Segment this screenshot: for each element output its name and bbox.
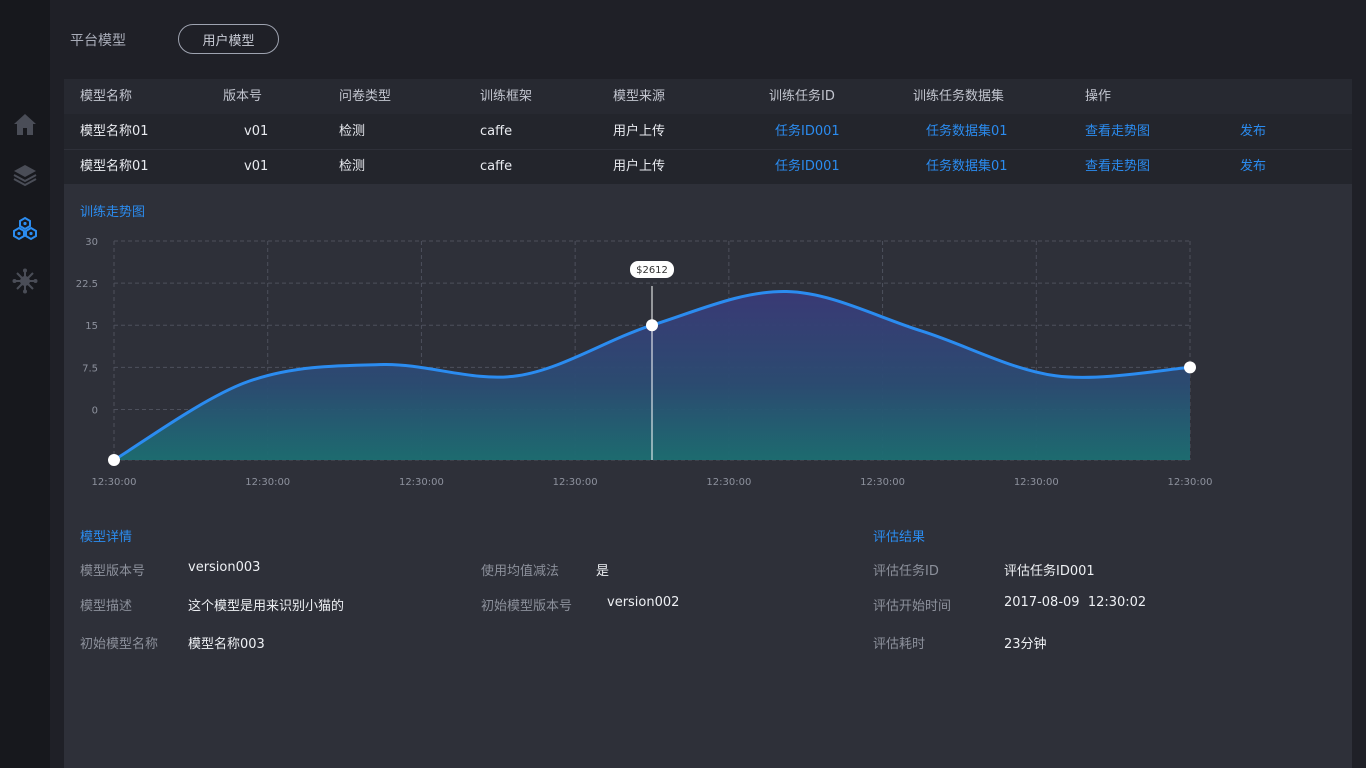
cell-source: 用户上传 — [613, 159, 666, 174]
home-icon[interactable] — [12, 111, 38, 137]
y-tick-label: 7.5 — [82, 363, 98, 374]
eval-start-time-label: 评估开始时间 — [873, 599, 952, 614]
view-trend-link[interactable]: 查看走势图 — [1085, 149, 1150, 184]
task-id-link[interactable]: 任务ID001 — [775, 149, 840, 184]
evaluation-results-title: 评估结果 — [873, 530, 926, 545]
y-tick-label: 0 — [92, 405, 98, 416]
layers-icon[interactable] — [12, 162, 38, 188]
x-tick-label: 12:30:00 — [860, 477, 905, 488]
x-tick-label: 12:30:00 — [1014, 477, 1059, 488]
eval-task-id-label: 评估任务ID — [873, 564, 939, 579]
eval-start-time-value: 2017-08-09 12:30:02 — [1004, 595, 1147, 610]
eval-task-id-value: 评估任务ID001 — [1004, 564, 1095, 579]
x-tick-label: 12:30:00 — [92, 477, 137, 488]
cell-source: 用户上传 — [613, 124, 666, 139]
initial-version-label: 初始模型版本号 — [481, 599, 573, 614]
column-header-task-id: 训练任务ID — [769, 89, 835, 104]
cell-model-name: 模型名称01 — [80, 124, 149, 139]
y-tick-label: 22.5 — [76, 279, 98, 290]
cell-version: v01 — [244, 159, 269, 174]
task-id-link[interactable]: 任务ID001 — [775, 114, 840, 149]
column-header-dataset: 训练任务数据集 — [913, 89, 1005, 104]
x-tick-label: 12:30:00 — [399, 477, 444, 488]
model-details-title: 模型详情 — [80, 530, 133, 545]
cell-survey-type: 检测 — [339, 159, 366, 174]
table-row: 模型名称01 v01 检测 caffe 用户上传 任务ID001 任务数据集01… — [64, 149, 1352, 184]
x-tick-label: 12:30:00 — [706, 477, 751, 488]
cell-framework: caffe — [480, 124, 513, 139]
table-row: 模型名称01 v01 检测 caffe 用户上传 任务ID001 任务数据集01… — [64, 114, 1352, 149]
tooltip-value: $2612 — [636, 265, 668, 276]
dataset-link[interactable]: 任务数据集01 — [926, 114, 1008, 149]
network-icon[interactable] — [12, 268, 38, 294]
column-header-source: 模型来源 — [613, 89, 666, 104]
data-point[interactable] — [108, 454, 120, 466]
column-header-name: 模型名称 — [80, 89, 133, 104]
model-version-value: version003 — [188, 560, 261, 575]
cell-model-name: 模型名称01 — [80, 159, 149, 174]
column-header-survey-type: 问卷类型 — [339, 89, 392, 104]
cell-framework: caffe — [480, 159, 513, 174]
trend-chart-title: 训练走势图 — [80, 205, 146, 220]
x-tick-label: 12:30:00 — [553, 477, 598, 488]
eval-duration-label: 评估耗时 — [873, 637, 926, 652]
model-cluster-icon[interactable] — [12, 216, 38, 242]
dataset-link[interactable]: 任务数据集01 — [926, 149, 1008, 184]
initial-version-value: version002 — [607, 595, 680, 610]
sidebar — [0, 0, 50, 768]
eval-duration-value: 23分钟 — [1004, 637, 1047, 652]
cell-version: v01 — [244, 124, 269, 139]
y-tick-label: 30 — [85, 237, 98, 248]
cell-survey-type: 检测 — [339, 124, 366, 139]
publish-link[interactable]: 发布 — [1240, 149, 1266, 184]
x-tick-label: 12:30:00 — [1168, 477, 1213, 488]
y-tick-label: 15 — [85, 321, 98, 332]
model-version-label: 模型版本号 — [80, 564, 146, 579]
data-point[interactable] — [1184, 361, 1196, 374]
top-bar: 平台模型 用户模型 — [50, 0, 1366, 79]
mean-subtraction-label: 使用均值减法 — [481, 564, 560, 579]
model-description-label: 模型描述 — [80, 599, 133, 614]
tab-user-model[interactable]: 用户模型 — [178, 24, 279, 54]
tab-platform-model[interactable]: 平台模型 — [70, 30, 126, 50]
initial-name-value: 模型名称003 — [188, 637, 265, 652]
column-header-actions: 操作 — [1085, 89, 1112, 104]
initial-name-label: 初始模型名称 — [80, 637, 159, 652]
trend-chart: 30 22.5 15 7.5 0 12:30:00 12:30:00 12:30:00 12:3… — [76, 237, 1213, 488]
column-header-framework: 训练框架 — [480, 89, 533, 104]
view-trend-link[interactable]: 查看走势图 — [1085, 114, 1150, 149]
column-header-version: 版本号 — [223, 89, 263, 104]
data-point[interactable] — [646, 319, 658, 332]
model-description-value: 这个模型是用来识别小猫的 — [188, 599, 345, 614]
table-header: 模型名称 版本号 问卷类型 训练框架 模型来源 训练任务ID 训练任务数据集 操… — [64, 79, 1352, 114]
main-panel: 模型名称 版本号 问卷类型 训练框架 模型来源 训练任务ID 训练任务数据集 操… — [64, 79, 1352, 768]
mean-subtraction-value: 是 — [596, 564, 610, 579]
x-tick-label: 12:30:00 — [245, 477, 290, 488]
publish-link[interactable]: 发布 — [1240, 114, 1266, 149]
